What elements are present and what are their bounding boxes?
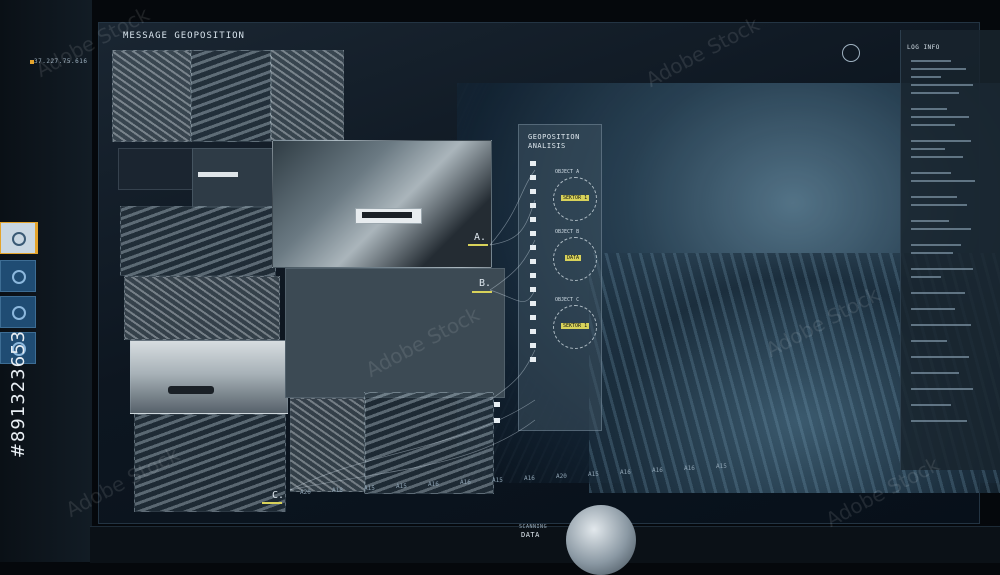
target-icon[interactable]: [842, 44, 860, 62]
circle-icon: [12, 270, 26, 284]
log-info-panel[interactable]: LOG INFO: [900, 30, 1000, 470]
panel-title: MESSAGE GEOPOSITION: [123, 31, 245, 41]
timeline-tick: A16: [428, 481, 439, 488]
mode-button-3[interactable]: [0, 296, 36, 328]
circle-icon: [12, 306, 26, 320]
log-line: [911, 340, 947, 342]
timeline-tick: A15: [716, 463, 727, 470]
scanning-label: SCANNING: [519, 524, 548, 530]
log-line: [911, 60, 951, 62]
log-line: [911, 268, 973, 270]
stock-id-watermark: #891323653: [8, 330, 29, 459]
log-line: [911, 292, 965, 294]
timeline-tick: A20: [556, 473, 567, 480]
timeline-tick: A16: [460, 479, 471, 486]
log-line: [911, 140, 971, 142]
log-line: [911, 220, 949, 222]
geo-title-1: GEOPOSITION: [528, 133, 580, 141]
log-line: [911, 180, 975, 182]
log-line: [911, 204, 967, 206]
timeline[interactable]: A20 A18 A15 A15 A16 A16 A15 A16 A20 A15 …: [240, 455, 900, 496]
log-line: [911, 252, 953, 254]
satellite-tile[interactable]: [118, 148, 194, 190]
log-line: [911, 308, 955, 310]
timeline-tick: A15: [396, 483, 407, 490]
timeline-tick: A15: [492, 477, 503, 484]
timeline-tick: A15: [588, 471, 599, 478]
object-c-label: OBJECT C: [555, 297, 580, 303]
log-line: [911, 148, 945, 150]
log-line: [911, 124, 955, 126]
log-line: [911, 156, 963, 158]
log-line: [911, 324, 971, 326]
log-line: [911, 108, 947, 110]
object-b-label: OBJECT B: [555, 229, 580, 235]
log-line: [911, 276, 941, 278]
satellite-tile[interactable]: [124, 276, 280, 340]
marker-c-underline: [262, 502, 282, 504]
missile-icon: [198, 172, 238, 177]
satellite-tile[interactable]: [270, 50, 344, 140]
timeline-tick: A20: [300, 489, 311, 496]
helicopter-icon: [168, 386, 214, 394]
circle-icon: [12, 232, 26, 246]
log-line: [911, 404, 951, 406]
log-line: [911, 420, 967, 422]
satellite-tile[interactable]: [190, 50, 272, 142]
geo-title-2: ANALISIS: [528, 142, 566, 150]
timeline-tick: A15: [364, 485, 375, 492]
object-a-tag: SEKTOR 1: [561, 195, 590, 201]
satellite-tile[interactable]: [120, 206, 276, 276]
log-line: [911, 372, 959, 374]
timeline-tick: A16: [620, 469, 631, 476]
log-line: [911, 68, 966, 70]
log-title: LOG INFO: [907, 44, 940, 51]
log-line: [911, 76, 941, 78]
log-line: [911, 228, 971, 230]
timeline-tick: A18: [332, 487, 343, 494]
object-a-label: OBJECT A: [555, 169, 580, 175]
left-sidebar: 37.227.75.616: [0, 0, 92, 562]
object-b-tag: DATA: [565, 255, 582, 261]
footer-bar: [90, 526, 1000, 563]
log-line: [911, 388, 973, 390]
log-line: [911, 92, 959, 94]
object-c-tag: SEKTOR 1: [561, 323, 590, 329]
log-line: [911, 196, 957, 198]
log-line: [911, 356, 969, 358]
timeline-tick: A16: [652, 467, 663, 474]
satellite-tile[interactable]: [192, 148, 274, 208]
timeline-tick: A16: [684, 465, 695, 472]
log-line: [911, 84, 973, 86]
log-line: [911, 244, 961, 246]
globe-icon[interactable]: [566, 505, 636, 575]
log-line: [911, 172, 951, 174]
helicopter-photo[interactable]: [130, 340, 288, 414]
satellite-tile[interactable]: [112, 50, 192, 142]
timeline-tick: A16: [524, 475, 535, 482]
data-label: DATA: [521, 531, 540, 539]
log-line: [911, 116, 969, 118]
mode-button-1[interactable]: [0, 222, 38, 254]
mode-button-2[interactable]: [0, 260, 36, 292]
